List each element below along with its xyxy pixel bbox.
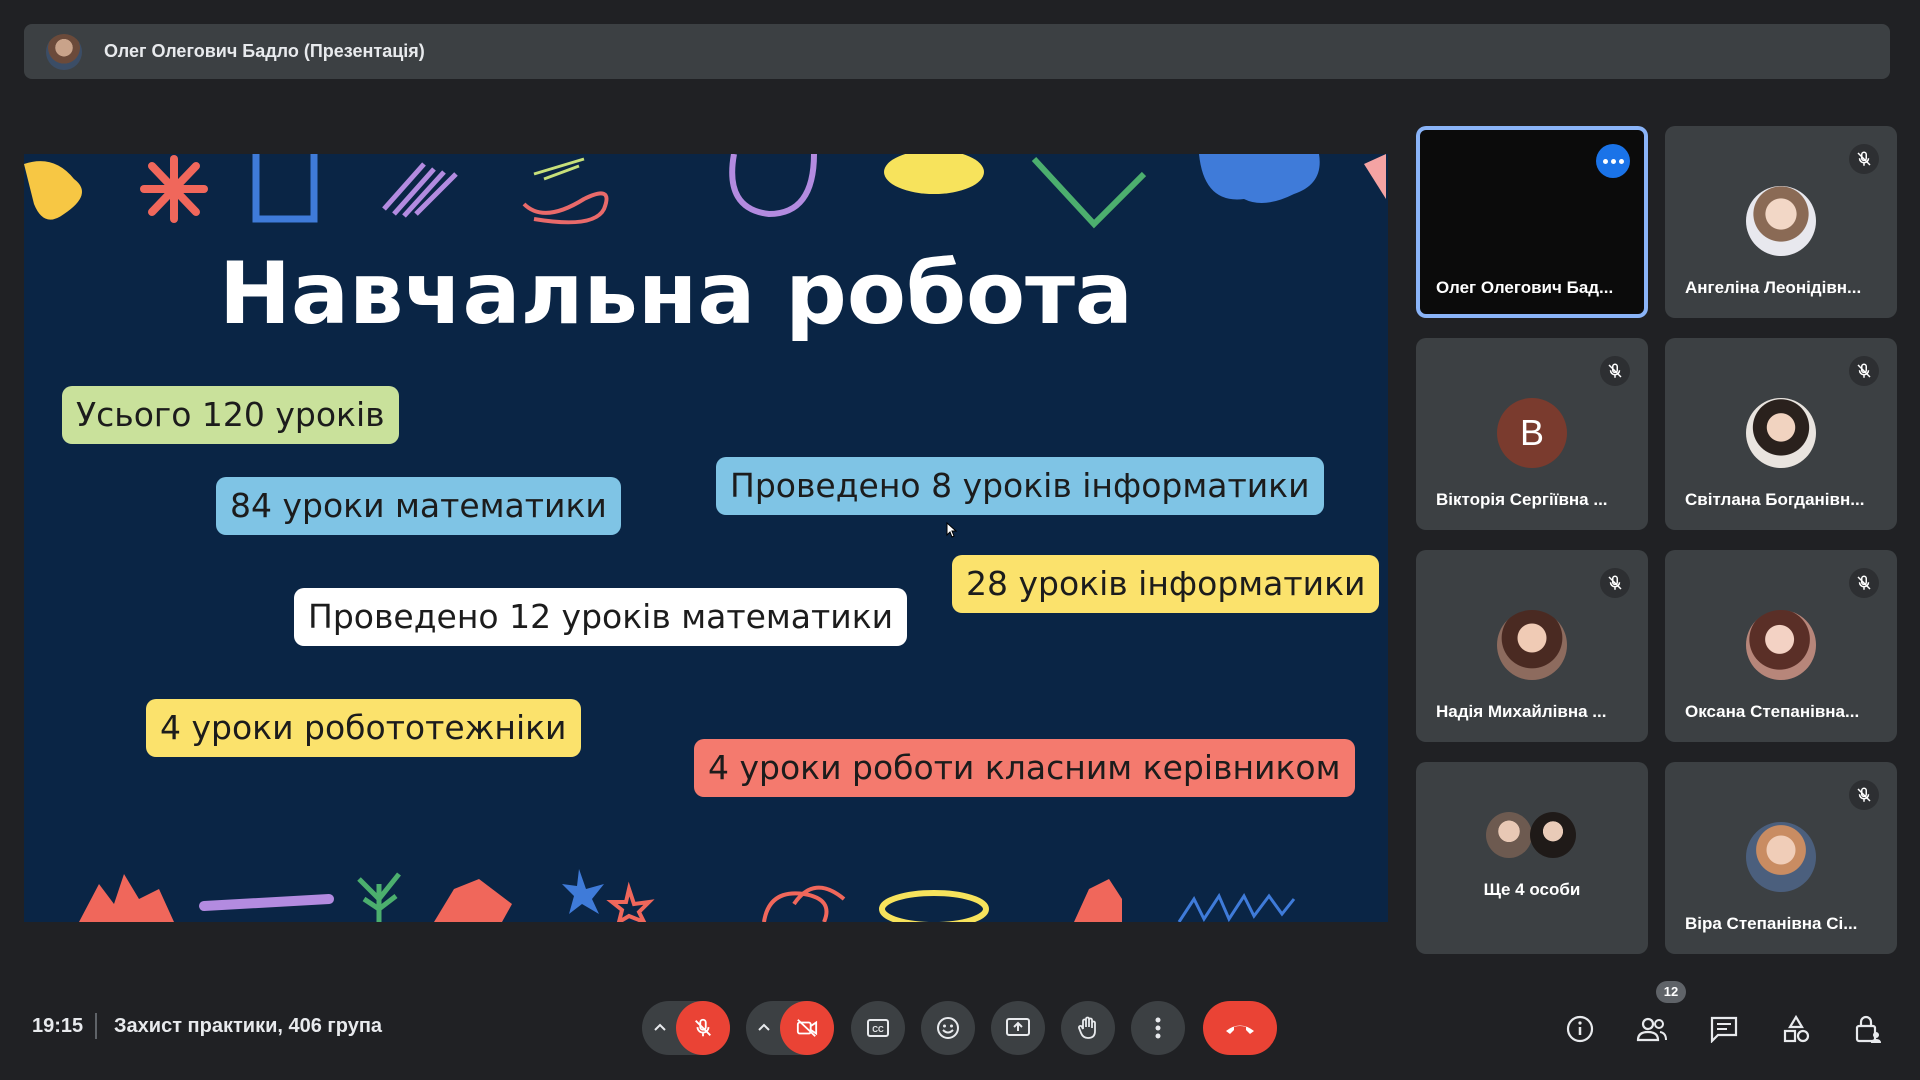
reactions-button[interactable] xyxy=(921,1001,975,1055)
avatar xyxy=(1530,812,1576,858)
chip-total-lessons: Усього 120 уроків xyxy=(62,386,399,444)
avatar xyxy=(1497,610,1567,680)
meeting-details-button[interactable] xyxy=(1558,1007,1602,1051)
participant-tile-others[interactable]: Ще 4 особи xyxy=(1416,762,1648,954)
people-count-badge: 12 xyxy=(1656,981,1686,1003)
participant-tile-nadiia[interactable]: Надія Михайлівна ... xyxy=(1416,550,1648,742)
presenter-bar: Олег Олегович Бадло (Презентація) xyxy=(24,24,1890,79)
participant-tile-viktoriia[interactable]: В Вікторія Сергіївна ... xyxy=(1416,338,1648,530)
more-options-icon[interactable] xyxy=(1596,144,1630,178)
captions-button[interactable]: CC xyxy=(851,1001,905,1055)
avatar xyxy=(1746,822,1816,892)
people-icon xyxy=(1636,1017,1667,1042)
avatar-initial: В xyxy=(1497,398,1567,468)
participant-name: Оксана Степанівна... xyxy=(1685,702,1860,721)
audio-options-caret-icon[interactable] xyxy=(642,1019,678,1037)
avatar xyxy=(1486,812,1532,858)
participant-tile-oleh[interactable]: Олег Олегович Бад... xyxy=(1416,126,1648,318)
mic-off-icon xyxy=(1849,356,1879,386)
chip-class-teacher-lessons: 4 уроки роботи класним керівником xyxy=(694,739,1355,797)
more-options-button[interactable] xyxy=(1131,1001,1185,1055)
captions-icon: CC xyxy=(867,1019,889,1037)
camera-toggle-button[interactable] xyxy=(780,1001,834,1055)
presenter-avatar xyxy=(46,33,82,70)
mouse-cursor-icon xyxy=(946,522,958,538)
participant-name: Ангеліна Леонідівн... xyxy=(1685,278,1862,297)
mic-off-icon xyxy=(1600,568,1630,598)
hand-icon xyxy=(1078,1016,1096,1039)
info-icon xyxy=(1566,1015,1594,1043)
participant-name: Віра Степанівна Сі... xyxy=(1685,914,1858,933)
participant-tile-vira[interactable]: Віра Степанівна Сі... xyxy=(1665,762,1897,954)
chip-robotics-lessons: 4 уроки робототежніки xyxy=(146,699,581,757)
present-screen-icon xyxy=(1006,1018,1030,1036)
chat-button[interactable] xyxy=(1702,1007,1746,1051)
participant-name: Вікторія Сергіївна ... xyxy=(1436,490,1608,509)
activities-button[interactable] xyxy=(1774,1007,1818,1051)
meeting-time: 19:15 xyxy=(32,1015,84,1037)
raise-hand-button[interactable] xyxy=(1061,1001,1115,1055)
emoji-icon xyxy=(937,1017,959,1039)
mic-off-icon xyxy=(695,1018,711,1037)
camera-off-icon xyxy=(796,1019,818,1037)
participant-name: Олег Олегович Бад... xyxy=(1436,278,1614,297)
participant-tile-svitlana[interactable]: Світлана Богданівн... xyxy=(1665,338,1897,530)
mic-off-icon xyxy=(1849,144,1879,174)
slide-doodles-top xyxy=(24,154,1386,229)
chip-informatics-lessons: 28 уроків інформатики xyxy=(952,555,1380,613)
participant-tile-oksana[interactable]: Оксана Степанівна... xyxy=(1665,550,1897,742)
participant-tile-anhelina[interactable]: Ангеліна Леонідівн... xyxy=(1665,126,1897,318)
chip-math-lessons: 84 уроки математики xyxy=(216,477,621,535)
chat-icon xyxy=(1710,1016,1738,1043)
mic-off-icon xyxy=(1849,780,1879,810)
slide-title: Навчальна робота xyxy=(219,244,1133,344)
others-count: Ще 4 особи xyxy=(1483,880,1581,899)
lock-person-icon xyxy=(1855,1015,1881,1043)
people-button[interactable] xyxy=(1630,1007,1674,1051)
mic-toggle-button[interactable] xyxy=(676,1001,730,1055)
avatar xyxy=(1746,186,1816,256)
more-vert-icon xyxy=(1155,1017,1161,1039)
leave-call-button[interactable] xyxy=(1203,1001,1277,1055)
slide-doodles-bottom xyxy=(79,869,1296,922)
participant-name: Надія Михайлівна ... xyxy=(1436,702,1607,721)
avatar xyxy=(1746,398,1816,468)
chip-informatics-conducted: Проведено 8 уроків інформатики xyxy=(716,457,1324,515)
activities-icon xyxy=(1783,1014,1810,1043)
video-options-caret-icon[interactable] xyxy=(746,1019,782,1037)
present-screen-button[interactable] xyxy=(991,1001,1045,1055)
presenter-title: Олег Олегович Бадло (Презентація) xyxy=(104,41,425,61)
meeting-name: Захист практики, 406 група xyxy=(114,1015,383,1037)
chip-math-conducted: Проведено 12 уроків математики xyxy=(294,588,908,646)
presentation-slide: Навчальна робота Усього 120 уроків 84 ур… xyxy=(24,154,1388,922)
end-call-icon xyxy=(1226,1025,1254,1034)
mic-off-icon xyxy=(1600,356,1630,386)
svg-text:CC: CC xyxy=(872,1025,884,1034)
participant-name: Світлана Богданівн... xyxy=(1685,490,1865,509)
host-controls-button[interactable] xyxy=(1846,1007,1890,1051)
avatar xyxy=(1746,610,1816,680)
mic-off-icon xyxy=(1849,568,1879,598)
divider xyxy=(95,1013,97,1039)
